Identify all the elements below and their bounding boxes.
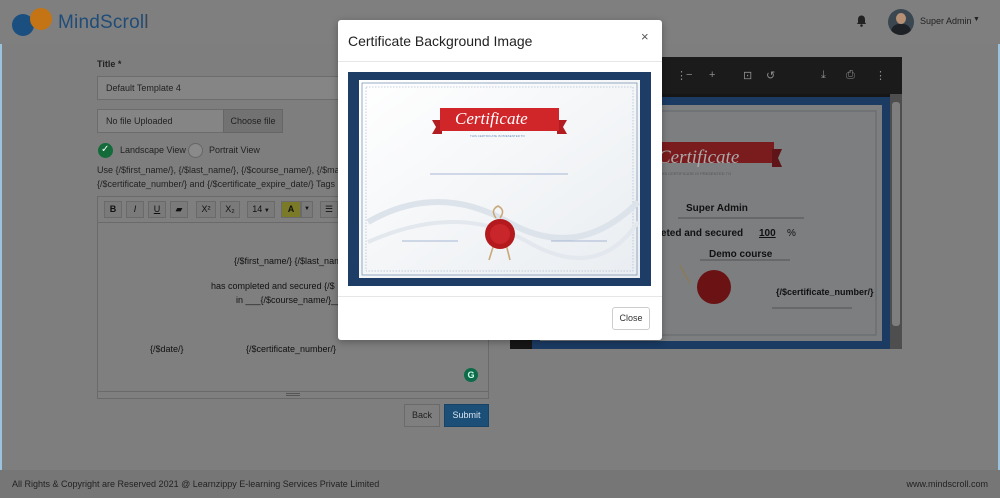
tags-help-line-1: Use {/$first_name/}, {/$last_name/}, {/$… (97, 165, 343, 175)
submit-button[interactable]: Submit (444, 404, 489, 427)
modal-cert-title: Certificate (455, 109, 528, 128)
title-label: Title * (97, 59, 122, 69)
preview-percent: 100 (759, 228, 776, 239)
page-footer: All Rights & Copyright are Reserved 2021… (0, 470, 1000, 498)
print-icon[interactable]: ⎙ (846, 69, 855, 82)
underline-button[interactable]: U (148, 201, 166, 218)
modal-close-button[interactable]: Close (612, 307, 650, 330)
chevron-down-icon: ▼ (262, 208, 270, 214)
certificate-background-image: Certificate THIS CERTIFICATE IS PRESENTE… (348, 72, 651, 286)
tags-help-line-2: {/$certificate_number/} and {/$certifica… (97, 179, 335, 189)
file-status-field: No file Uploaded (97, 109, 223, 133)
grammarly-icon[interactable]: G (464, 368, 478, 382)
footer-site-link[interactable]: www.mindscroll.com (906, 479, 988, 489)
close-icon[interactable]: × (641, 29, 649, 44)
portrait-radio[interactable] (188, 143, 203, 158)
preview-user-name: Super Admin (686, 203, 748, 214)
font-color-button[interactable]: A (281, 201, 301, 218)
choose-file-button[interactable]: Choose file (223, 109, 283, 133)
portrait-label[interactable]: Portrait View (209, 145, 260, 155)
pdf-scrollbar[interactable] (890, 94, 902, 349)
font-size-select[interactable]: 14 ▼ (247, 201, 275, 218)
zoom-out-icon[interactable]: − (686, 69, 692, 81)
notification-bell-icon[interactable] (856, 15, 867, 29)
modal-footer-divider (338, 296, 662, 297)
fit-page-icon[interactable]: ⊡ (743, 69, 752, 82)
editor-course-line: in ___{/$course_name/}___ (236, 295, 347, 305)
editor-name-line: {/$first_name/} {/$last_name/ (234, 256, 350, 266)
user-avatar[interactable] (888, 9, 914, 35)
download-icon[interactable]: ⤓ (821, 69, 826, 82)
bold-button[interactable]: B (104, 201, 122, 218)
list-icon[interactable]: ☰ (320, 201, 338, 218)
italic-button[interactable]: I (126, 201, 144, 218)
landscape-radio[interactable] (98, 143, 113, 158)
modal-cert-subtitle: THIS CERTIFICATE IS PRESENTED TO (470, 134, 525, 138)
modal-title: Certificate Background Image (348, 33, 533, 49)
landscape-label[interactable]: Landscape View (120, 145, 186, 155)
preview-completed-text: pleted and secured (652, 228, 744, 239)
font-size-value: 14 (252, 204, 263, 214)
footer-copyright: All Rights & Copyright are Reserved 2021… (12, 479, 380, 489)
preview-cert-subtitle: THIS CERTIFICATE IS PRESENTED TO (658, 171, 732, 176)
eraser-icon[interactable]: ▰ (170, 201, 188, 218)
preview-course-name: Demo course (709, 249, 773, 260)
title-input[interactable]: Default Template 4 (97, 76, 347, 100)
preview-cert-title: Certificate (658, 147, 740, 168)
editor-cert-number-line: {/$certificate_number/} (246, 344, 337, 354)
preview-percent-sign: % (787, 228, 796, 239)
superscript-button[interactable]: X² (196, 201, 216, 218)
zoom-in-icon[interactable]: + (709, 69, 715, 81)
brand-logo-icon[interactable] (12, 8, 54, 36)
chevron-down-icon[interactable]: ▼ (301, 201, 313, 218)
editor-completed-line: has completed and secured {/$ (211, 281, 335, 291)
more-options-icon[interactable]: ⋮ (875, 69, 886, 82)
certificate-background-modal: Certificate Background Image × Certifica… (338, 20, 662, 340)
chevron-down-icon[interactable]: ▼ (973, 16, 980, 23)
editor-date-line: {/$date/} (150, 344, 184, 354)
rotate-icon[interactable]: ↺ (766, 69, 775, 82)
brand-name[interactable]: MindScroll (58, 12, 149, 34)
modal-header-divider (338, 61, 662, 62)
back-button[interactable]: Back (404, 404, 440, 427)
preview-cert-number: {/$certificate_number/} (776, 287, 874, 297)
subscript-button[interactable]: X₂ (220, 201, 240, 218)
header-divider (146, 14, 147, 28)
editor-resize-handle[interactable] (98, 391, 488, 398)
user-menu-name[interactable]: Super Admin (920, 16, 972, 26)
